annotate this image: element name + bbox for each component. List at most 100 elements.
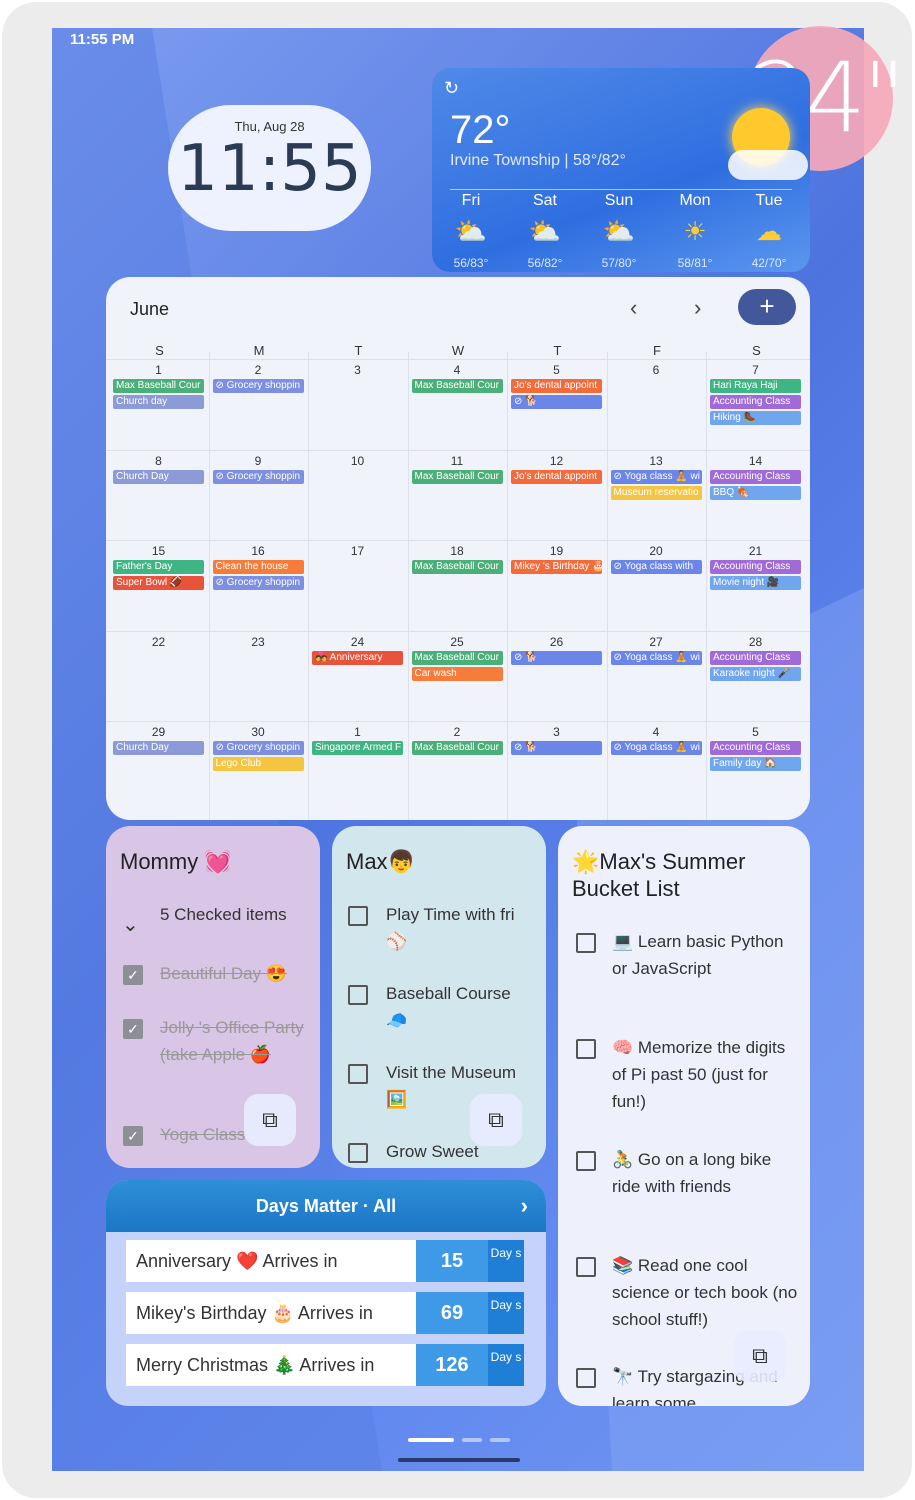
- calendar-event[interactable]: BBQ 🍖: [710, 485, 801, 500]
- calendar-day-cell[interactable]: 26 ⊘ 🐕: [507, 633, 606, 723]
- calendar-day-cell[interactable]: 13 ⊘ Yoga class 🧘 wi Museum reservatio: [607, 452, 706, 542]
- calendar-event[interactable]: Karaoke night 🎤: [710, 666, 801, 681]
- calendar-day-cell[interactable]: 5 Jo's dental appoint ⊘ 🐕: [507, 361, 606, 451]
- calendar-event[interactable]: 💑 Anniversary: [312, 650, 403, 665]
- calendar-day-cell[interactable]: 15 Father's Day Super Bowl 🏈: [109, 542, 208, 632]
- calendar-day-cell[interactable]: 29 Church Day: [109, 723, 208, 813]
- chevron-right-icon[interactable]: ›: [521, 1180, 528, 1232]
- countdown-row[interactable]: Merry Christmas 🎄 Arrives in 126 Day s: [126, 1344, 524, 1386]
- checkbox[interactable]: [348, 985, 368, 1005]
- checkbox[interactable]: [576, 1151, 596, 1171]
- checkbox[interactable]: [348, 1064, 368, 1084]
- calendar-event[interactable]: ⊘ 🐕: [511, 650, 602, 665]
- calendar-event[interactable]: Max Baseball Cour: [411, 650, 503, 665]
- checkbox[interactable]: [348, 906, 368, 926]
- calendar-event[interactable]: ⊘ Yoga class 🧘 wi: [610, 741, 702, 755]
- calendar-day-cell[interactable]: 24 💑 Anniversary: [308, 633, 407, 723]
- calendar-event[interactable]: Accounting Class: [710, 469, 801, 484]
- calendar-event[interactable]: Super Bowl 🏈: [113, 576, 204, 590]
- calendar-day-cell[interactable]: 12 Jo's dental appoint: [507, 452, 606, 542]
- calendar-event[interactable]: Hari Raya Haji: [710, 379, 801, 393]
- calendar-event[interactable]: Father's Day: [113, 560, 204, 574]
- todo-item[interactable]: Beautiful Day 😍: [160, 960, 310, 987]
- calendar-day-cell[interactable]: 28 Accounting Class Karaoke night 🎤: [706, 633, 805, 723]
- todo-item[interactable]: 🚴 Go on a long bike ride with friends: [612, 1146, 802, 1200]
- open-external-icon[interactable]: ⧉: [470, 1094, 522, 1146]
- calendar-event[interactable]: Family day 🏠: [710, 757, 801, 771]
- calendar-day-cell[interactable]: 8 Church Day: [109, 452, 208, 542]
- calendar-event[interactable]: Jo's dental appoint: [511, 469, 602, 484]
- calendar-event[interactable]: ⊘ 🐕: [511, 741, 602, 755]
- checkbox[interactable]: [576, 1257, 596, 1277]
- page-dot-active[interactable]: [408, 1438, 454, 1442]
- calendar-day-cell[interactable]: 23: [209, 633, 308, 723]
- calendar-event[interactable]: Museum reservatio: [610, 485, 702, 500]
- calendar-event[interactable]: Movie night 🎥: [710, 576, 801, 590]
- open-external-icon[interactable]: ⧉: [244, 1094, 296, 1146]
- clock-widget[interactable]: Thu, Aug 28 11:55: [168, 105, 371, 231]
- calendar-event[interactable]: Accounting Class: [710, 650, 801, 665]
- countdown-row[interactable]: Anniversary ❤️ Arrives in 15 Day s: [126, 1240, 524, 1282]
- chevron-left-icon[interactable]: ‹: [630, 295, 637, 321]
- countdown-row[interactable]: Mikey's Birthday 🎂 Arrives in 69 Day s: [126, 1292, 524, 1334]
- calendar-day-cell[interactable]: 30 ⊘ Grocery shoppin Lego Club: [209, 723, 308, 813]
- calendar-event[interactable]: ⊘ Yoga class 🧘 wi: [610, 469, 702, 484]
- calendar-day-cell[interactable]: 25 Max Baseball Cour Car wash: [408, 633, 507, 723]
- calendar-event[interactable]: ⊘ Yoga class 🧘 wi: [610, 650, 702, 665]
- refresh-icon[interactable]: ↻: [444, 78, 459, 99]
- calendar-day-cell[interactable]: 9 ⊘ Grocery shoppin: [209, 452, 308, 542]
- calendar-event[interactable]: ⊘ Grocery shoppin: [212, 379, 304, 393]
- calendar-day-cell[interactable]: 18 Max Baseball Cour: [408, 542, 507, 632]
- calendar-day-cell[interactable]: 20 ⊘ Yoga class with: [607, 542, 706, 632]
- calendar-day-cell[interactable]: 22: [109, 633, 208, 723]
- calendar-day-cell[interactable]: 6: [607, 361, 706, 451]
- calendar-day-cell[interactable]: 4 Max Baseball Cour: [408, 361, 507, 451]
- calendar-day-cell[interactable]: 21 Accounting Class Movie night 🎥: [706, 542, 805, 632]
- calendar-day-cell[interactable]: 17: [308, 542, 407, 632]
- todo-item[interactable]: 💻 Learn basic Python or JavaScript: [612, 928, 802, 982]
- calendar-event[interactable]: Max Baseball Cour: [113, 379, 204, 393]
- calendar-event[interactable]: Max Baseball Cour: [411, 469, 503, 484]
- calendar-event[interactable]: ⊘ Grocery shoppin: [212, 576, 304, 590]
- calendar-event[interactable]: Church Day: [113, 741, 204, 755]
- open-external-icon[interactable]: ⧉: [734, 1330, 786, 1382]
- calendar-day-cell[interactable]: 5 Accounting Class Family day 🏠: [706, 723, 805, 813]
- calendar-event[interactable]: Mikey 's Birthday 🎂: [511, 560, 602, 574]
- todo-item[interactable]: 📚 Read one cool science or tech book (no…: [612, 1252, 802, 1333]
- calendar-day-cell[interactable]: 3 ⊘ 🐕: [507, 723, 606, 813]
- checkbox-checked[interactable]: ✓: [123, 1126, 143, 1146]
- calendar-event[interactable]: Lego Club: [212, 757, 304, 771]
- calendar-event[interactable]: ⊘ 🐕: [511, 395, 602, 409]
- checkbox[interactable]: [576, 1368, 596, 1388]
- checkbox[interactable]: [576, 933, 596, 953]
- calendar-day-cell[interactable]: 11 Max Baseball Cour: [408, 452, 507, 542]
- calendar-event[interactable]: Church Day: [113, 469, 204, 484]
- gesture-bar[interactable]: [398, 1458, 520, 1462]
- calendar-event[interactable]: Accounting Class: [710, 395, 801, 409]
- checkbox[interactable]: [348, 1143, 368, 1163]
- checkbox-checked[interactable]: ✓: [123, 1019, 143, 1039]
- calendar-day-cell[interactable]: 19 Mikey 's Birthday 🎂: [507, 542, 606, 632]
- calendar-day-cell[interactable]: 27 ⊘ Yoga class 🧘 wi: [607, 633, 706, 723]
- calendar-day-cell[interactable]: 1 Singapore Armed F: [308, 723, 407, 813]
- calendar-event[interactable]: Clean the house: [212, 560, 304, 574]
- page-dot[interactable]: [462, 1438, 482, 1442]
- calendar-day-cell[interactable]: 3: [308, 361, 407, 451]
- calendar-event[interactable]: ⊘ Grocery shoppin: [212, 469, 304, 484]
- calendar-event[interactable]: Car wash: [411, 666, 503, 681]
- calendar-day-cell[interactable]: 4 ⊘ Yoga class 🧘 wi: [607, 723, 706, 813]
- calendar-event[interactable]: Accounting Class: [710, 560, 801, 574]
- page-indicator[interactable]: [408, 1437, 518, 1443]
- weather-widget[interactable]: ↻ 72° Irvine Township | 58°/82° Fri ⛅ 56/8…: [432, 68, 810, 272]
- days-matter-header[interactable]: Days Matter · All ›: [106, 1180, 546, 1232]
- chevron-right-icon[interactable]: ›: [694, 295, 701, 321]
- calendar-event[interactable]: Jo's dental appoint: [511, 379, 602, 393]
- checked-items-summary[interactable]: 5 Checked items: [160, 904, 300, 926]
- calendar-day-cell[interactable]: 1 Max Baseball Cour Church day: [109, 361, 208, 451]
- checkbox-checked[interactable]: ✓: [123, 965, 143, 985]
- calendar-day-cell[interactable]: 2 Max Baseball Cour: [408, 723, 507, 813]
- calendar-event[interactable]: Accounting Class: [710, 741, 801, 755]
- calendar-event[interactable]: Church day: [113, 395, 204, 409]
- calendar-day-cell[interactable]: 7 Hari Raya Haji Accounting Class Hiking 🥾: [706, 361, 805, 451]
- add-event-button[interactable]: +: [738, 289, 796, 325]
